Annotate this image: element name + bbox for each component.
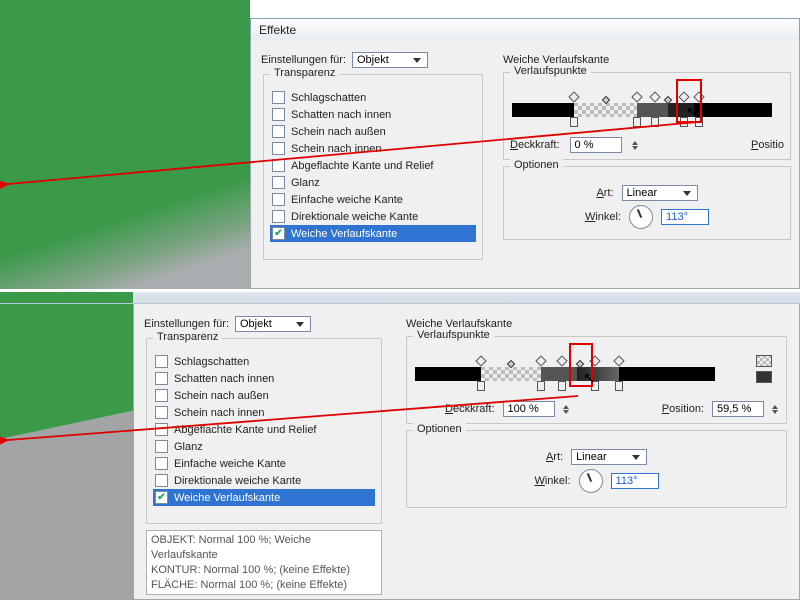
effect-label: Direktionale weiche Kante bbox=[291, 211, 418, 223]
checkbox[interactable] bbox=[272, 193, 285, 206]
effect-item[interactable]: Schein nach außen bbox=[153, 387, 375, 404]
effects-group-title: Transparenz bbox=[153, 331, 222, 343]
opacity-spin[interactable] bbox=[632, 138, 640, 152]
angle-dial[interactable] bbox=[579, 469, 603, 493]
checkbox[interactable] bbox=[155, 406, 168, 419]
checkbox[interactable] bbox=[272, 227, 285, 240]
checkbox[interactable] bbox=[155, 372, 168, 385]
points-group-title: Verlaufspunkte bbox=[413, 329, 494, 341]
chevron-down-icon bbox=[413, 58, 421, 63]
effect-label: Glanz bbox=[291, 177, 320, 189]
effect-label: Schein nach außen bbox=[174, 390, 269, 402]
position-field[interactable]: 59,5 % bbox=[712, 401, 764, 417]
gradient-editor-top[interactable] bbox=[512, 103, 772, 117]
chevron-down-icon bbox=[683, 191, 691, 196]
checkbox[interactable] bbox=[155, 474, 168, 487]
cursor-icon: ↖ bbox=[583, 369, 596, 387]
checkbox[interactable] bbox=[272, 142, 285, 155]
effect-item[interactable]: Schatten nach innen bbox=[153, 370, 375, 387]
swatch-icon[interactable] bbox=[756, 355, 772, 367]
opacity-field[interactable]: 100 % bbox=[503, 401, 555, 417]
effect-label: Glanz bbox=[174, 441, 203, 453]
checkbox[interactable] bbox=[155, 423, 168, 436]
effect-label: Schein nach innen bbox=[291, 143, 382, 155]
options-group-title: Optionen bbox=[413, 423, 466, 435]
effect-label: Schatten nach innen bbox=[291, 109, 391, 121]
checkbox[interactable] bbox=[155, 440, 168, 453]
chevron-down-icon bbox=[632, 455, 640, 460]
angle-field[interactable]: 113° bbox=[611, 473, 659, 489]
effect-item[interactable]: Glanz bbox=[153, 438, 375, 455]
angle-field[interactable]: 113° bbox=[661, 209, 709, 225]
effect-label: Abgeflachte Kante und Relief bbox=[174, 424, 317, 436]
effect-item[interactable]: Schlagschatten bbox=[270, 89, 476, 106]
checkbox[interactable] bbox=[272, 176, 285, 189]
checkbox[interactable] bbox=[272, 159, 285, 172]
effect-label: Einfache weiche Kante bbox=[174, 458, 286, 470]
summary-listbox: OBJEKT: Normal 100 %; Weiche Verlaufskan… bbox=[146, 530, 382, 595]
effect-label: Weiche Verlaufskante bbox=[174, 492, 280, 504]
effect-item[interactable]: Direktionale weiche Kante bbox=[153, 472, 375, 489]
chevron-down-icon bbox=[296, 322, 304, 327]
effect-item[interactable]: Einfache weiche Kante bbox=[270, 191, 476, 208]
effect-label: Einfache weiche Kante bbox=[291, 194, 403, 206]
opacity-spin[interactable] bbox=[563, 402, 571, 416]
effect-item[interactable]: Schein nach innen bbox=[153, 404, 375, 421]
opacity-field[interactable]: 0 % bbox=[570, 137, 622, 153]
art-select[interactable]: Linear bbox=[571, 449, 647, 465]
effect-item[interactable]: Schatten nach innen bbox=[270, 106, 476, 123]
checkbox[interactable] bbox=[155, 389, 168, 402]
effect-item[interactable]: Abgeflachte Kante und Relief bbox=[270, 157, 476, 174]
checkbox[interactable] bbox=[155, 355, 168, 368]
effect-item[interactable]: Weiche Verlaufskante bbox=[153, 489, 375, 506]
effect-item[interactable]: Einfache weiche Kante bbox=[153, 455, 375, 472]
effects-group-title: Transparenz bbox=[270, 67, 339, 79]
options-group-title: Optionen bbox=[510, 159, 563, 171]
checkbox[interactable] bbox=[155, 491, 168, 504]
settings-for-select[interactable]: Objekt bbox=[235, 316, 311, 332]
art-select[interactable]: Linear bbox=[622, 185, 698, 201]
checkbox[interactable] bbox=[272, 210, 285, 223]
effect-label: Schein nach innen bbox=[174, 407, 265, 419]
dialog-title: Effekte bbox=[250, 18, 800, 42]
position-spin[interactable] bbox=[772, 402, 780, 416]
effect-label: Abgeflachte Kante und Relief bbox=[291, 160, 434, 172]
effects-dialog-top: Effekte bbox=[250, 18, 800, 42]
effect-item[interactable]: Schein nach innen bbox=[270, 140, 476, 157]
canvas-preview-top bbox=[0, 0, 250, 289]
effect-item[interactable]: Schein nach außen bbox=[270, 123, 476, 140]
points-group-title: Verlaufspunkte bbox=[510, 65, 591, 77]
angle-dial[interactable] bbox=[629, 205, 653, 229]
checkbox[interactable] bbox=[272, 125, 285, 138]
effect-label: Schlagschatten bbox=[174, 356, 249, 368]
effect-item[interactable]: Weiche Verlaufskante bbox=[270, 225, 476, 242]
effect-label: Weiche Verlaufskante bbox=[291, 228, 397, 240]
settings-for-label: Einstellungen für: bbox=[261, 54, 346, 66]
settings-for-label: Einstellungen für: bbox=[144, 318, 229, 330]
effect-item[interactable]: Abgeflachte Kante und Relief bbox=[153, 421, 375, 438]
settings-for-select[interactable]: Objekt bbox=[352, 52, 428, 68]
checkbox[interactable] bbox=[272, 108, 285, 121]
effect-label: Direktionale weiche Kante bbox=[174, 475, 301, 487]
effect-item[interactable]: Direktionale weiche Kante bbox=[270, 208, 476, 225]
effect-label: Schlagschatten bbox=[291, 92, 366, 104]
checkbox[interactable] bbox=[155, 457, 168, 470]
swatch-icon[interactable] bbox=[756, 371, 772, 383]
opacity-label: eckkraft: bbox=[518, 139, 560, 151]
cursor-icon: ↖ bbox=[686, 103, 699, 121]
gradient-editor-bottom[interactable] bbox=[415, 367, 715, 381]
effect-item[interactable]: Schlagschatten bbox=[153, 353, 375, 370]
effect-label: Schein nach außen bbox=[291, 126, 386, 138]
checkbox[interactable] bbox=[272, 91, 285, 104]
canvas-preview-bottom bbox=[0, 292, 138, 600]
position-label: ositio bbox=[758, 139, 784, 151]
effect-item[interactable]: Glanz bbox=[270, 174, 476, 191]
effect-label: Schatten nach innen bbox=[174, 373, 274, 385]
